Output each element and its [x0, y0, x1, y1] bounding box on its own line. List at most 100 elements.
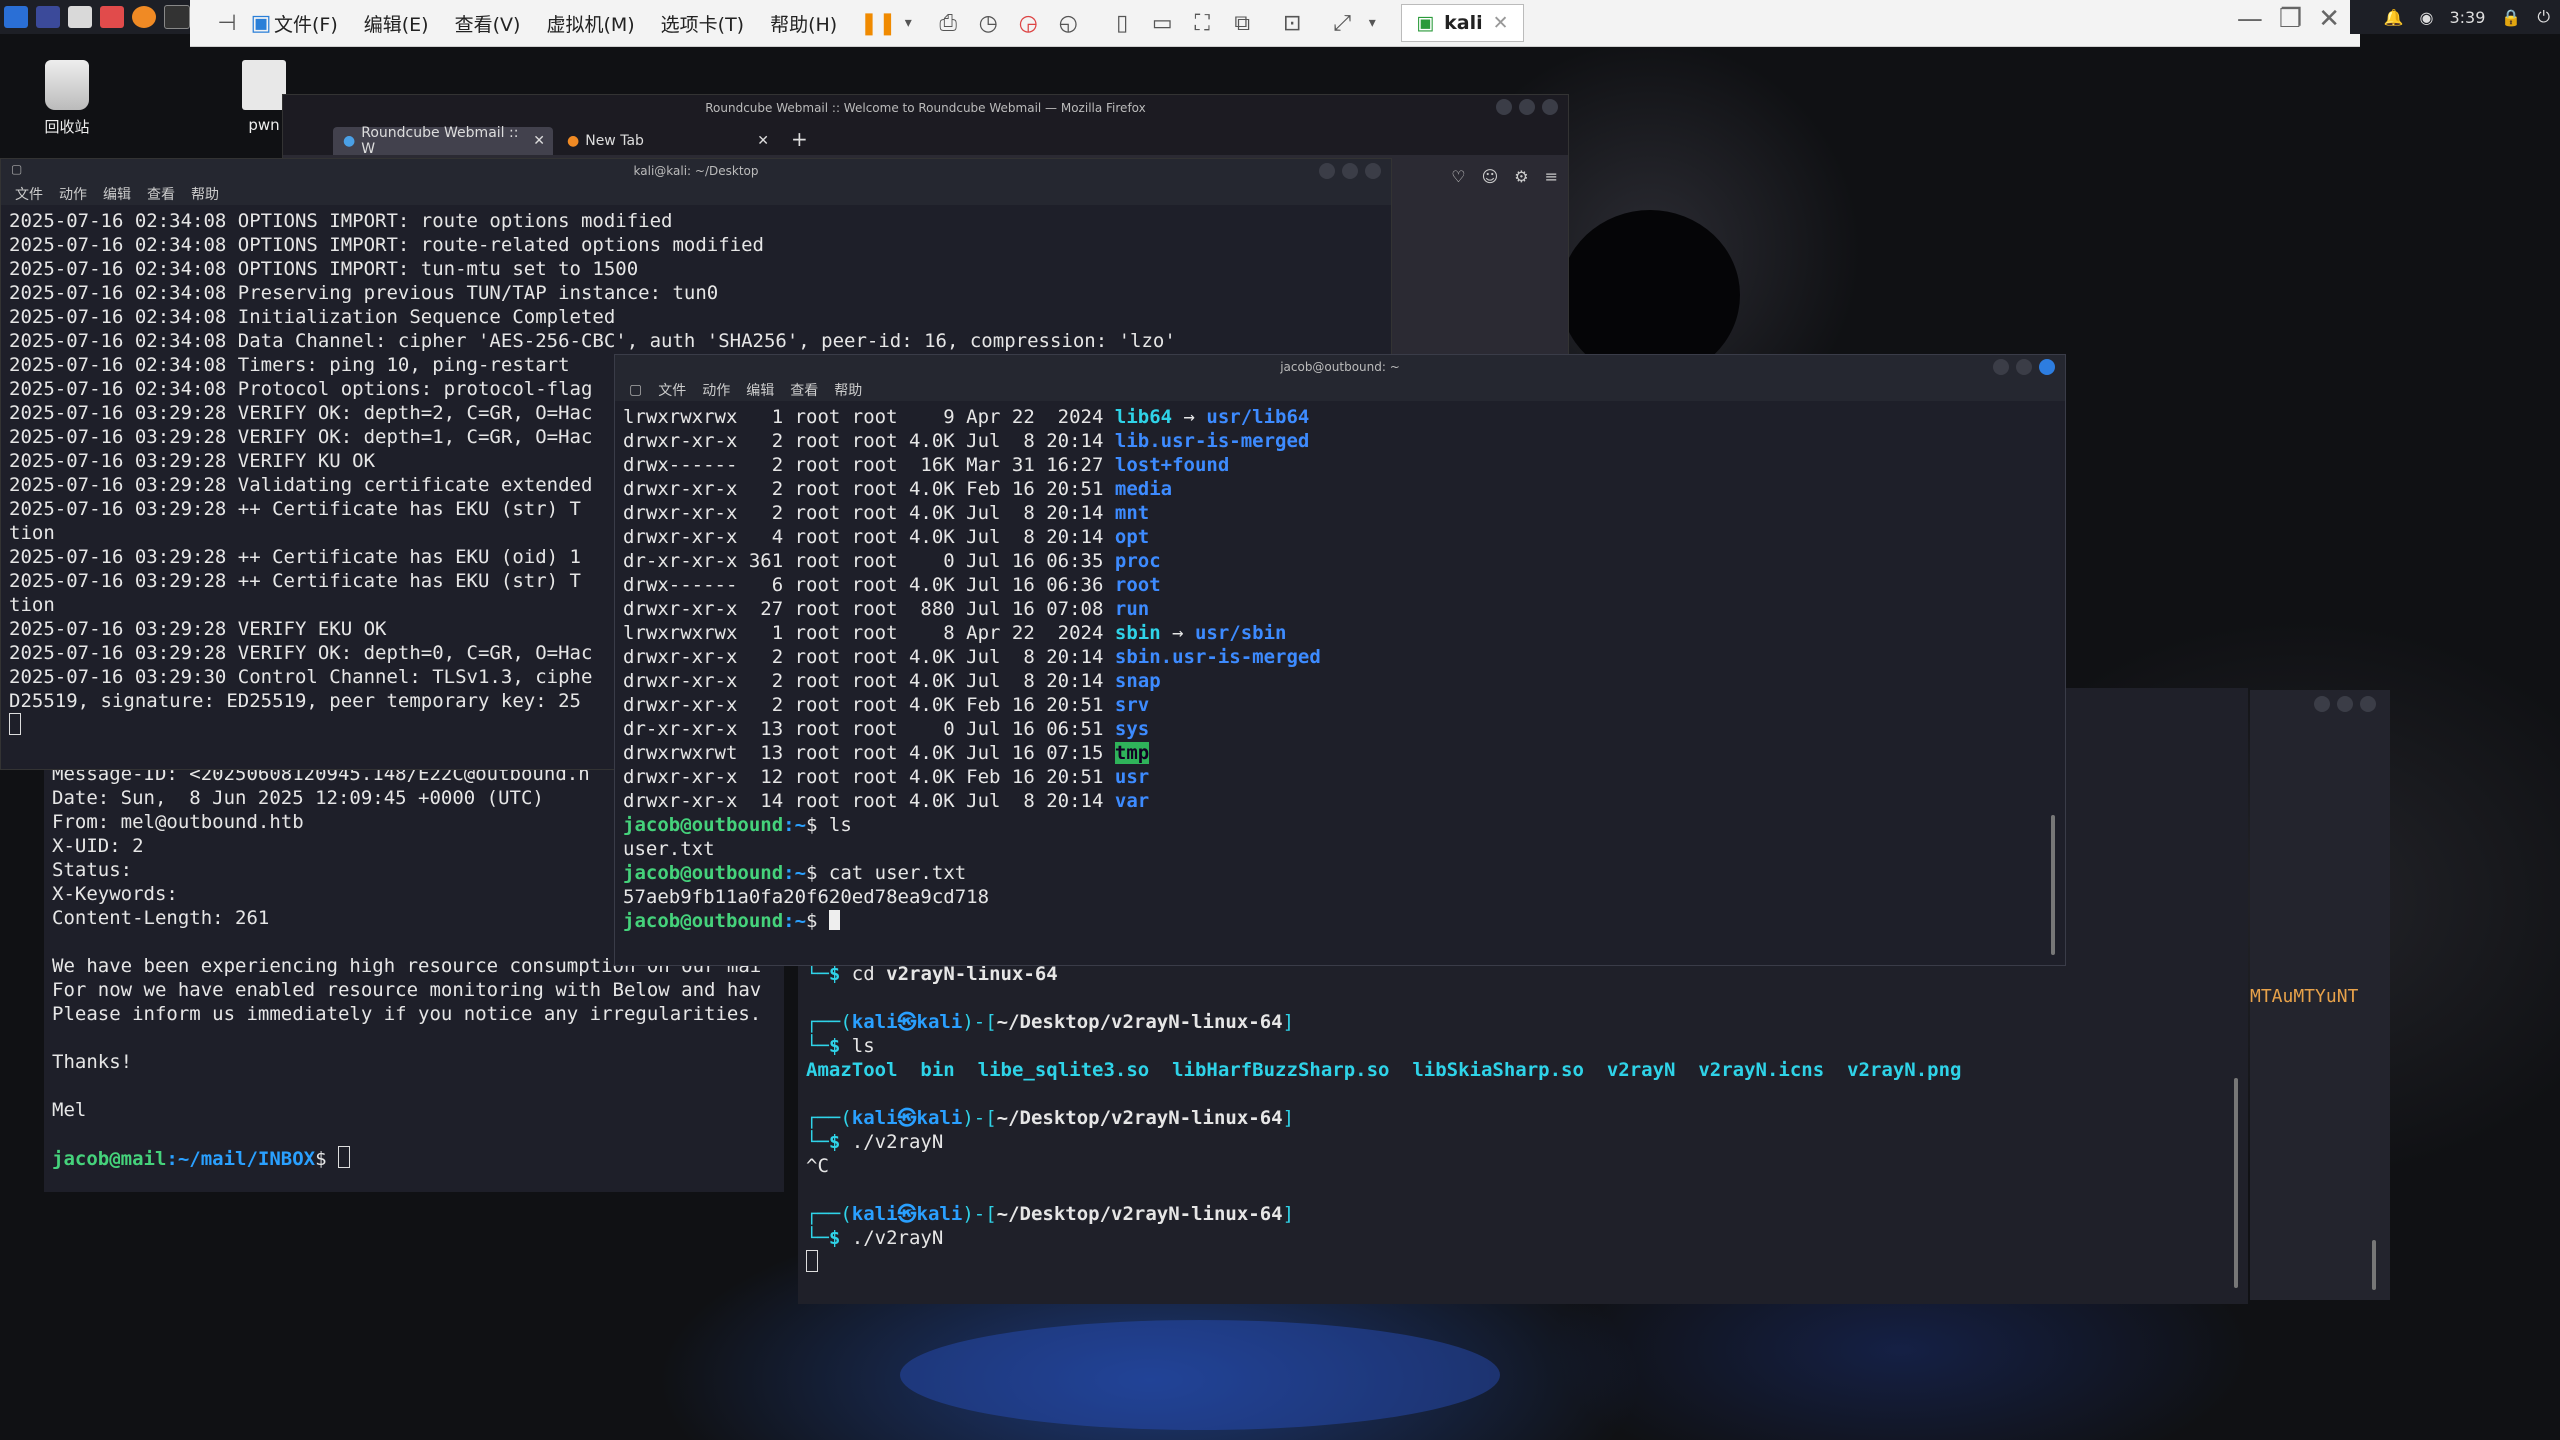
command: ./v2rayN [851, 1227, 944, 1249]
log-line: 2025-07-16 02:34:08 OPTIONS IMPORT: rout… [9, 234, 764, 256]
lock-icon[interactable]: 🔒 [2501, 8, 2521, 27]
library-icon[interactable]: ▯ [1107, 8, 1137, 38]
extensions-icon[interactable]: ⚙ [1514, 167, 1528, 186]
firefox-tab-active[interactable]: ● Roundcube Webmail :: W ✕ [333, 125, 553, 157]
scrollbar[interactable] [2234, 1078, 2238, 1288]
desktop-icon-label: 回收站 [44, 118, 90, 136]
listing-row: drwxr-xr-x 2 root root 4.0K Jul 8 20:14 … [623, 669, 2057, 693]
tab-close-icon[interactable]: ✕ [757, 133, 769, 149]
restore-icon[interactable]: ❐ [2279, 4, 2302, 34]
terminal-icon: ▢ [11, 162, 23, 176]
menu-view[interactable]: 查看 [790, 380, 818, 400]
scrollbar[interactable] [2372, 1240, 2376, 1290]
directory-listing: lrwxrwxrwx 1 root root 9 Apr 22 2024 lib… [623, 405, 2057, 813]
vm-menu-tabs[interactable]: 选项卡(T) [661, 10, 744, 37]
ls-item: v2rayN [1606, 1059, 1676, 1081]
maximize-button[interactable] [2016, 359, 2032, 375]
dropdown-icon[interactable]: ▾ [893, 8, 923, 38]
close-button[interactable] [1365, 163, 1381, 179]
prompt-user: jacob@outbound [623, 862, 784, 884]
text-editor-icon[interactable] [100, 6, 124, 28]
menu-view[interactable]: 查看 [147, 184, 175, 204]
pin-icon[interactable]: ⊣ [212, 8, 242, 38]
menu-actions[interactable]: 动作 [702, 380, 730, 400]
kali-top-panel-right: 🔔 ◉ 3:39 🔒 ⏻ [2350, 0, 2560, 34]
close-button[interactable] [2360, 696, 2376, 712]
close-icon[interactable]: ✕ [2318, 4, 2340, 34]
cursor [9, 713, 21, 735]
listing-name: tmp [1114, 742, 1150, 764]
stretch-icon[interactable]: ⤢ [1327, 8, 1357, 38]
tab-close-icon[interactable]: ✕ [533, 133, 545, 149]
close-button[interactable] [1542, 99, 1558, 115]
close-button[interactable] [2039, 359, 2055, 375]
menu-actions[interactable]: 动作 [59, 184, 87, 204]
workspace-icon[interactable] [36, 6, 60, 28]
mail-line [52, 1122, 776, 1146]
clock[interactable]: 3:39 [2449, 8, 2485, 27]
menu-edit[interactable]: 编辑 [746, 380, 774, 400]
notification-icon[interactable]: 🔔 [2384, 8, 2404, 27]
stretch-dropdown-icon[interactable]: ▾ [1357, 8, 1387, 38]
listing-meta: drwxr-xr-x 2 root root 4.0K Feb 16 20:51 [623, 694, 1115, 716]
cursor-line [806, 1250, 2240, 1275]
vm-menu-edit[interactable]: 编辑(E) [364, 10, 429, 37]
flag-output: 57aeb9fb11a0fa20f620ed78ea9cd718 [623, 886, 990, 908]
revert-snapshot-icon[interactable]: ◶ [1013, 8, 1043, 38]
power-icon[interactable]: ⏻ [2537, 7, 2550, 27]
pocket-icon[interactable]: ♡ [1451, 167, 1465, 186]
minimize-icon[interactable]: — [2237, 4, 2263, 34]
output-line: ^C [806, 1155, 829, 1177]
firefox-tab[interactable]: ● New Tab ✕ [557, 127, 777, 155]
minimize-button[interactable] [1993, 359, 2009, 375]
kali-menu-icon[interactable] [4, 6, 28, 28]
menu-help[interactable]: 帮助 [834, 380, 862, 400]
snapshot-icon[interactable]: ◷ [973, 8, 1003, 38]
vm-tab-kali[interactable]: ▣ kali ✕ [1401, 4, 1524, 42]
vm-tab-close-icon[interactable]: ✕ [1493, 12, 1509, 34]
maximize-button[interactable] [1519, 99, 1535, 115]
snapshot-manager-icon[interactable]: ◵ [1053, 8, 1083, 38]
minimize-button[interactable] [2314, 696, 2330, 712]
console-icon[interactable]: ⊡ [1277, 8, 1307, 38]
fullscreen-icon[interactable]: ⛶ [1187, 8, 1217, 38]
account-icon[interactable]: ☺ [1482, 167, 1499, 186]
file-manager-icon[interactable] [68, 6, 92, 28]
minimize-button[interactable] [1319, 163, 1335, 179]
vm-home-icon[interactable]: ▣ [246, 8, 276, 38]
vm-menu-help[interactable]: 帮助(H) [770, 10, 837, 37]
prompt-user: kali [851, 1107, 898, 1129]
vm-window-controls: — ❐ ✕ [2237, 4, 2340, 34]
minimize-button[interactable] [1496, 99, 1512, 115]
network-icon[interactable]: ◉ [2420, 8, 2434, 27]
pause-icon[interactable]: ❚❚ [860, 8, 897, 38]
menu-help[interactable]: 帮助 [191, 184, 219, 204]
outbound-terminal-output[interactable]: lrwxrwxrwx 1 root root 9 Apr 22 2024 lib… [615, 401, 2065, 937]
listing-meta: drwxr-xr-x 2 root root 4.0K Jul 8 20:14 [623, 646, 1115, 668]
command: ls [851, 1035, 875, 1057]
listing-meta: dr-xr-xr-x 13 root root 0 Jul 16 06:51 [623, 718, 1115, 740]
unity-icon[interactable]: ⧉ [1227, 8, 1257, 38]
vm-menu-vm[interactable]: 虚拟机(M) [546, 10, 634, 37]
cmd-line: └─$ ./v2rayN [806, 1227, 944, 1249]
menu-file[interactable]: 文件 [658, 380, 686, 400]
firefox-icon[interactable] [132, 6, 156, 28]
listing-meta: drwx------ 2 root root 16K Mar 31 16:27 [623, 454, 1115, 476]
menu-icon[interactable]: ≡ [1545, 167, 1558, 186]
listing-row: drwxr-xr-x 2 root root 4.0K Feb 16 20:51… [623, 693, 2057, 717]
menu-edit[interactable]: 编辑 [103, 184, 131, 204]
listing-row: drwxrwxrwt 13 root root 4.0K Jul 16 07:1… [623, 741, 2057, 765]
send-keys-icon[interactable]: ⎙ [933, 8, 963, 38]
scrollbar[interactable] [2051, 815, 2055, 955]
vm-menu-view[interactable]: 查看(V) [455, 10, 521, 37]
mail-line: Thanks! [52, 1051, 133, 1073]
terminal-icon[interactable] [164, 5, 190, 29]
new-tab-icon[interactable]: + [781, 127, 818, 155]
desktop-icon-trash[interactable]: 回收站 [12, 60, 122, 137]
maximize-button[interactable] [2337, 696, 2353, 712]
maximize-button[interactable] [1342, 163, 1358, 179]
vm-menu-file[interactable]: 文件(F) [274, 10, 338, 37]
listing-name: opt [1114, 526, 1150, 548]
menu-file[interactable]: 文件 [15, 184, 43, 204]
thumbnail-icon[interactable]: ▭ [1147, 8, 1177, 38]
